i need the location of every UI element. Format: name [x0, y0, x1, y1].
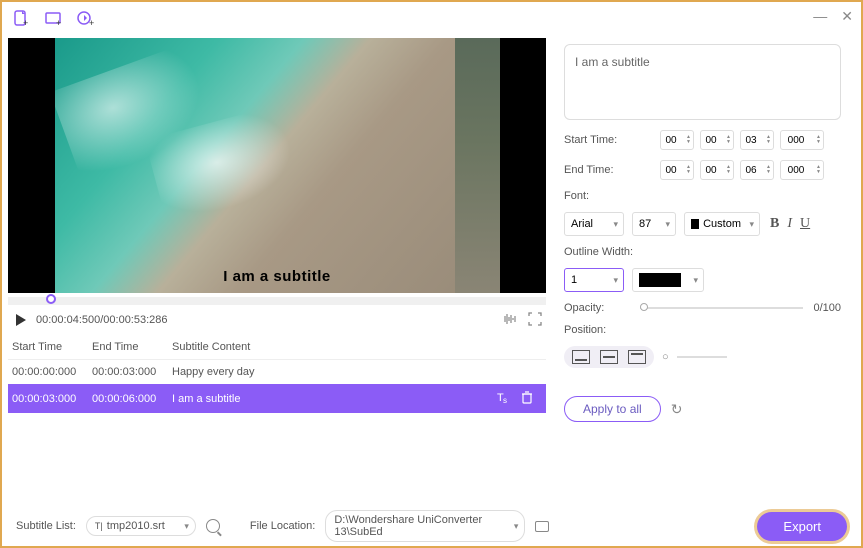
delete-icon[interactable]	[520, 390, 534, 407]
video-preview[interactable]: I am a subtitle	[8, 38, 546, 293]
end-sec[interactable]: ▲▼	[740, 160, 774, 180]
fullscreen-icon[interactable]	[528, 312, 542, 329]
style-icon[interactable]: Ts	[496, 390, 510, 407]
play-button[interactable]	[16, 314, 26, 326]
outline-color-select[interactable]	[632, 268, 704, 292]
search-icon[interactable]	[206, 519, 220, 533]
file-location-label: File Location:	[250, 520, 315, 532]
svg-text:+: +	[89, 18, 94, 27]
start-hour[interactable]: ▲▼	[660, 130, 694, 150]
underline-button[interactable]: U	[800, 216, 810, 232]
opacity-label: Opacity:	[564, 302, 604, 314]
opacity-value: 0/100	[813, 302, 841, 314]
outline-label: Outline Width:	[564, 246, 841, 258]
export-button[interactable]: Export	[757, 512, 847, 541]
opacity-slider[interactable]	[640, 307, 803, 309]
folder-icon[interactable]	[535, 521, 549, 532]
start-ms[interactable]: ▲▼	[780, 130, 824, 150]
subtitle-text-input[interactable]: I am a subtitle	[564, 44, 841, 120]
start-sec[interactable]: ▲▼	[740, 130, 774, 150]
apply-to-all-button[interactable]: Apply to all	[564, 396, 661, 422]
italic-button[interactable]: I	[787, 216, 792, 232]
svg-text:+: +	[23, 18, 28, 27]
start-time-label: Start Time:	[564, 134, 654, 146]
minimize-button[interactable]: —	[813, 8, 827, 25]
reset-icon[interactable]: ↻	[671, 401, 683, 418]
position-bottom[interactable]	[572, 350, 590, 364]
footer-bar: Subtitle List: T|tmp2010.srt File Locati…	[2, 506, 861, 546]
end-ms[interactable]: ▲▼	[780, 160, 824, 180]
file-location-select[interactable]: D:\Wondershare UniConverter 13\SubEd	[325, 510, 525, 542]
waveform-icon[interactable]	[502, 312, 518, 329]
subtitle-overlay: I am a subtitle	[223, 268, 331, 285]
svg-text:s: s	[503, 396, 507, 404]
font-label: Font:	[564, 190, 841, 202]
add-circle-icon[interactable]: +	[76, 9, 94, 27]
end-min[interactable]: ▲▼	[700, 160, 734, 180]
top-toolbar: + + + — ✕	[2, 2, 861, 34]
position-slider[interactable]	[677, 356, 727, 358]
font-color-select[interactable]: Custom	[684, 212, 760, 236]
subtitle-list-select[interactable]: T|tmp2010.srt	[86, 516, 196, 536]
close-button[interactable]: ✕	[841, 8, 853, 25]
bold-button[interactable]: B	[770, 216, 779, 232]
table-row[interactable]: 00:00:00:00000:00:03:000Happy every day	[8, 360, 546, 384]
position-top[interactable]	[628, 350, 646, 364]
timeline-scrubber[interactable]	[8, 297, 546, 305]
position-middle[interactable]	[600, 350, 618, 364]
font-select[interactable]: Arial	[564, 212, 624, 236]
end-time-label: End Time:	[564, 164, 654, 176]
end-hour[interactable]: ▲▼	[660, 160, 694, 180]
add-rect-icon[interactable]: +	[44, 9, 62, 27]
start-min[interactable]: ▲▼	[700, 130, 734, 150]
svg-text:+: +	[56, 18, 61, 27]
add-file-icon[interactable]: +	[12, 9, 30, 27]
subtitle-table-header: Start Time End Time Subtitle Content	[8, 335, 546, 360]
table-row[interactable]: 00:00:03:00000:00:06:000I am a subtitleT…	[8, 384, 546, 413]
timecode-display: 00:00:04:500/00:00:53:286	[36, 314, 168, 326]
font-size-select[interactable]: 87	[632, 212, 676, 236]
position-group	[564, 346, 654, 368]
position-label: Position:	[564, 324, 841, 336]
outline-width-select[interactable]: 1	[564, 268, 624, 292]
subtitle-list-label: Subtitle List:	[16, 520, 76, 532]
scrub-handle[interactable]	[46, 294, 56, 304]
